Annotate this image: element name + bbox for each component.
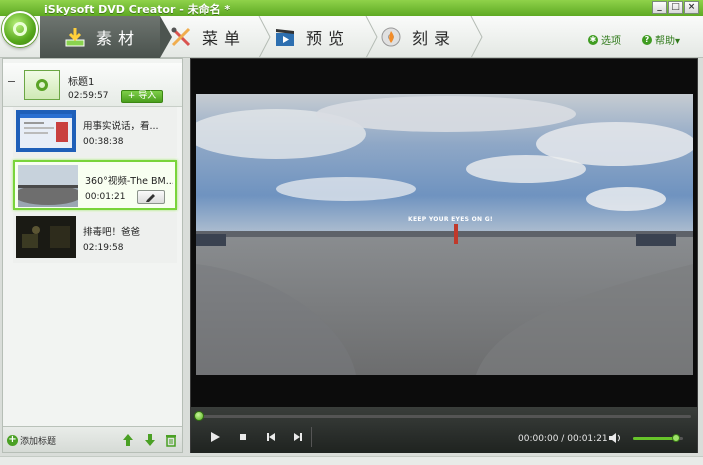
edit-button[interactable] [137, 190, 165, 204]
plus-icon: + [7, 434, 18, 446]
stop-button[interactable] [237, 431, 249, 446]
project-duration: 02:59:57 [68, 91, 109, 101]
tab-preview-label: 预览 [306, 29, 351, 48]
video-thumbnail [14, 165, 82, 207]
source-panel: 标题1 02:59:57 + 导入 用事实说话，看... 00:38:38 36… [2, 58, 183, 453]
help-label: 帮助▾ [655, 36, 681, 47]
skip-back-icon [267, 433, 275, 441]
play-button[interactable] [209, 431, 221, 446]
time-separator: / [561, 434, 565, 444]
add-title-label: 添加标题 [20, 437, 57, 447]
options-link[interactable]: ✱ 选项 [588, 32, 621, 47]
item-duration: 00:38:38 [83, 137, 124, 147]
collapse-icon[interactable] [8, 81, 15, 82]
project-title-row[interactable]: 标题1 02:59:57 + 导入 [3, 63, 182, 107]
minimize-button[interactable]: _ [652, 1, 667, 14]
import-icon [64, 26, 86, 48]
total-time: 00:01:21 [567, 434, 608, 444]
window-title: iSkysoft DVD Creator - 未命名 * [44, 3, 231, 16]
volume-button[interactable] [608, 432, 622, 447]
menu-tools-icon [170, 26, 192, 48]
video-frame[interactable]: KEEP YOUR EYES ON G! [196, 94, 693, 375]
project-title: 标题1 [68, 77, 95, 88]
main-toolbar: 素材 菜单 预览 刻录 ✱ 选项 ? 帮助▾ [0, 15, 703, 59]
tab-menu-label: 菜单 [202, 29, 247, 48]
burn-disc-icon [380, 26, 402, 48]
divider [311, 427, 312, 447]
time-display: 00:00:00 / 00:01:21 [518, 434, 608, 444]
volume-level [633, 437, 676, 440]
tab-menu[interactable]: 菜单 [170, 16, 265, 58]
close-button[interactable]: × [684, 1, 699, 14]
window-controls: _ □ × [652, 1, 699, 14]
item-title: 用事实说话，看... [83, 121, 159, 132]
tab-separator [365, 15, 379, 59]
skip-forward-icon [294, 433, 302, 441]
item-title: 360°视频-The BM... [85, 176, 173, 187]
gear-icon: ✱ [588, 34, 598, 45]
options-label: 选项 [601, 36, 621, 47]
trash-icon [166, 435, 176, 447]
tab-separator [258, 15, 272, 59]
arrow-down-icon [145, 434, 155, 446]
item-duration: 00:01:21 [85, 192, 126, 202]
delete-button[interactable] [164, 433, 178, 447]
add-title-button[interactable]: + 添加标题 [7, 434, 56, 447]
preview-panel: KEEP YOUR EYES ON G! 00:00:00 / 00:01:21 [190, 58, 698, 453]
pencil-icon [146, 194, 155, 202]
tab-burn-label: 刻录 [412, 29, 457, 48]
player-controls: 00:00:00 / 00:01:21 [191, 407, 697, 453]
volume-handle[interactable] [671, 434, 680, 442]
speaker-icon [609, 433, 620, 443]
stop-icon [240, 434, 246, 440]
help-icon: ? [642, 34, 652, 45]
video-thumbnail [16, 110, 76, 152]
move-down-button[interactable] [143, 433, 157, 447]
play-icon [211, 432, 220, 442]
item-duration: 02:19:58 [83, 243, 124, 253]
maximize-button[interactable]: □ [668, 1, 683, 14]
volume-slider[interactable] [633, 434, 683, 442]
move-up-button[interactable] [121, 433, 135, 447]
list-item[interactable]: 排毒吧！爸爸 02:19:58 [13, 213, 177, 263]
previous-button[interactable] [265, 431, 277, 446]
arrow-up-icon [123, 434, 133, 446]
disc-thumbnail-icon [24, 70, 60, 100]
app-logo [2, 11, 38, 47]
list-item[interactable]: 用事实说话，看... 00:38:38 [13, 107, 177, 157]
progress-bar[interactable] [197, 415, 691, 418]
tab-source[interactable]: 素材 [40, 16, 160, 58]
title-bar: iSkysoft DVD Creator - 未命名 * _ □ × [0, 0, 703, 16]
tab-preview[interactable]: 预览 [274, 16, 369, 58]
tab-source-label: 素材 [96, 29, 141, 48]
import-button[interactable]: + 导入 [121, 90, 163, 103]
next-button[interactable] [292, 431, 304, 446]
tab-separator [470, 15, 484, 59]
status-bar [0, 456, 703, 465]
current-time: 00:00:00 [518, 434, 559, 444]
help-link[interactable]: ? 帮助▾ [642, 32, 680, 47]
clapperboard-icon [274, 26, 296, 48]
video-caption: KEEP YOUR EYES ON G! [408, 216, 493, 223]
tab-burn[interactable]: 刻录 [380, 16, 475, 58]
video-thumbnail [16, 216, 76, 258]
progress-handle[interactable] [194, 411, 204, 421]
item-title: 排毒吧！爸爸 [83, 227, 141, 238]
source-panel-footer: + 添加标题 [3, 426, 182, 452]
list-item[interactable]: 360°视频-The BM... 00:01:21 [13, 160, 177, 210]
